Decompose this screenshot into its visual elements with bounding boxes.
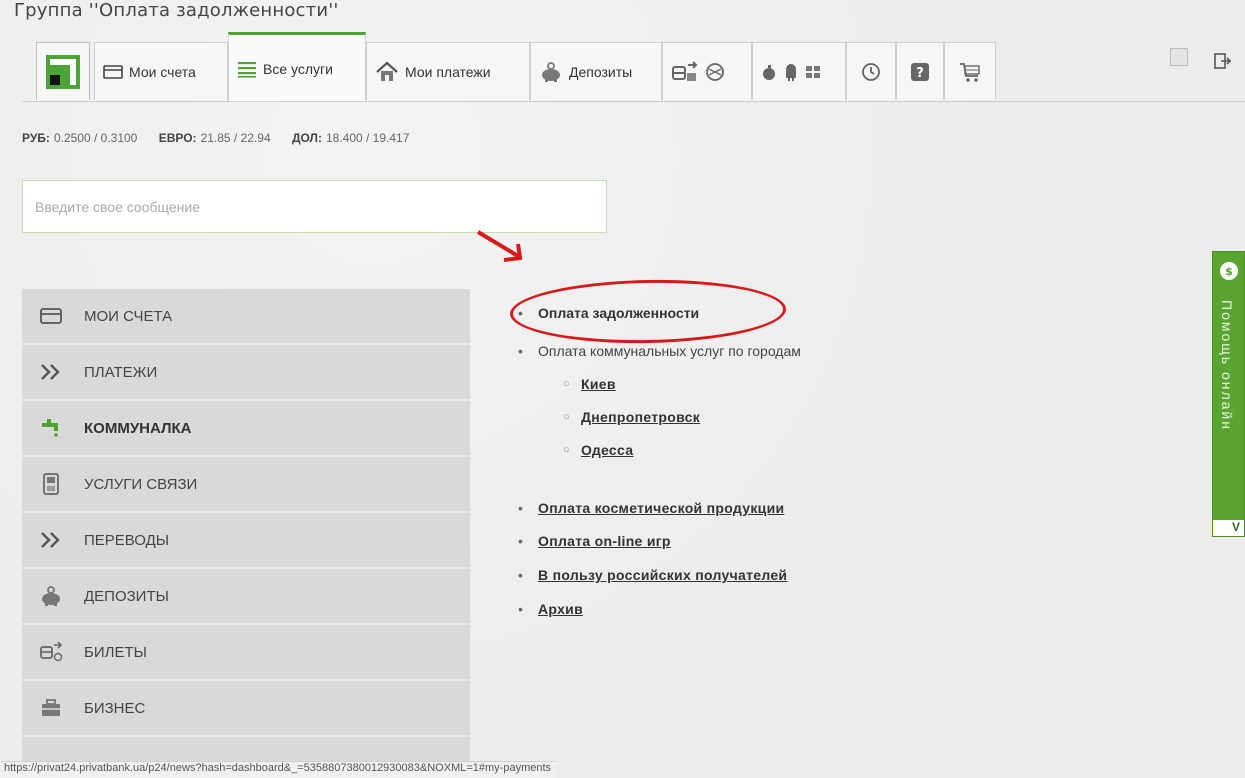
bullet: ○	[563, 444, 570, 456]
card-icon	[36, 308, 66, 324]
tab-mobile-apps[interactable]	[752, 42, 846, 100]
sidebar-item-telecom[interactable]: УСЛУГИ СВЯЗИ	[22, 457, 470, 513]
train-icon	[36, 641, 66, 663]
rub-label: РУБ:	[22, 131, 50, 145]
city-item[interactable]: ○ Днепропетровск	[563, 409, 700, 425]
city-item[interactable]: ○ Киев	[563, 376, 616, 392]
logout-icon[interactable]	[1214, 52, 1232, 75]
question-icon: ?	[909, 61, 931, 83]
sidebar-item-tickets[interactable]: БИЛЕТЫ	[22, 625, 470, 681]
sidebar-item-my-accounts[interactable]: МОИ СЧЕТА	[22, 289, 470, 345]
usd-value: 18.400 / 19.417	[325, 131, 410, 145]
eur-value: 21.85 / 22.94	[200, 131, 271, 145]
windows-icon	[805, 64, 821, 80]
list-item: • Оплата коммунальных услуг по городам	[518, 343, 801, 359]
piggy-bank-icon	[539, 61, 563, 83]
android-icon	[783, 63, 799, 81]
city-link-kiev[interactable]: Киев	[581, 376, 616, 392]
sidebar-item-label: ПЛАТЕЖИ	[84, 363, 158, 381]
sidebar-item-label: БИЛЕТЫ	[84, 643, 147, 661]
help-collapse[interactable]: V	[1213, 520, 1244, 536]
bullet: •	[518, 601, 523, 617]
bullet: ○	[563, 411, 570, 423]
globe-icon	[705, 62, 725, 82]
list-item[interactable]: • Оплата косметической продукции	[518, 500, 784, 516]
faucet-icon	[36, 417, 66, 439]
tab-label: Все услуги	[263, 60, 333, 77]
sidebar-item-label: ДЕПОЗИТЫ	[84, 587, 169, 605]
sidebar-item-payments[interactable]: ПЛАТЕЖИ	[22, 345, 470, 401]
history-icon	[860, 61, 882, 83]
list-icon	[237, 60, 257, 78]
sidebar-item-label: БИЗНЕС	[84, 699, 146, 717]
usd-label: ДОЛ:	[291, 131, 322, 145]
briefcase-icon	[36, 698, 66, 718]
city-item[interactable]: ○ Одесса	[563, 442, 633, 458]
status-bar-url: https://privat24.privatbank.ua/p24/news?…	[0, 761, 556, 778]
city-link-odessa[interactable]: Одесса	[581, 442, 633, 458]
broken-image-icon	[1170, 48, 1188, 66]
bullet: •	[518, 500, 523, 516]
tab-history[interactable]	[846, 42, 896, 100]
bullet: •	[518, 567, 523, 583]
sidebar-item-business[interactable]: БИЗНЕС	[22, 681, 470, 737]
svg-text:?: ?	[916, 66, 924, 81]
communal-label: Оплата коммунальных услуг по городам	[538, 343, 801, 359]
online-games-link[interactable]: Оплата on-line игр	[538, 533, 671, 549]
sidebar-item-label: МОИ СЧЕТА	[84, 307, 173, 325]
help-badge-text: $	[1225, 265, 1233, 278]
cart-icon	[958, 61, 982, 83]
piggy-bank-icon	[36, 585, 66, 607]
double-chevron-icon	[36, 363, 66, 381]
eur-label: ЕВРО:	[158, 131, 197, 145]
apple-icon	[761, 63, 777, 81]
city-link-dnipro[interactable]: Днепропетровск	[581, 409, 700, 425]
tab-tickets[interactable]	[662, 42, 752, 100]
help-label: Помощь онлайн	[1219, 300, 1235, 431]
annotation-arrow-icon	[474, 226, 526, 271]
tab-all-services[interactable]: Все услуги	[228, 32, 366, 102]
sidebar-item-label: УСЛУГИ СВЯЗИ	[84, 475, 198, 493]
sidebar-item-label: КОММУНАЛКА	[84, 419, 192, 437]
exchange-rates: РУБ: 0.2500 / 0.3100 ЕВРО: 21.85 / 22.94 Д…	[22, 131, 427, 145]
privat-logo[interactable]	[36, 42, 90, 100]
sidebar-item-transfers[interactable]: ПЕРЕВОДЫ	[22, 513, 470, 569]
bullet: ○	[563, 378, 570, 390]
tabbar-divider	[22, 101, 1245, 102]
tab-label: Мои платежи	[405, 63, 491, 80]
online-help-widget[interactable]: $ Помощь онлайн V	[1212, 251, 1245, 537]
highlight-ellipse	[509, 277, 787, 346]
list-item[interactable]: • В пользу российских получателей	[518, 567, 787, 583]
tab-my-accounts[interactable]: Мои счета	[94, 42, 228, 100]
double-chevron-icon	[36, 531, 66, 549]
list-item[interactable]: • Архив	[518, 601, 583, 617]
tab-my-payments[interactable]: Мои платежи	[366, 42, 530, 100]
cosmetics-link[interactable]: Оплата косметической продукции	[538, 500, 784, 516]
bullet: •	[518, 343, 523, 359]
dollar-icon: $	[1218, 260, 1240, 287]
card-icon	[103, 64, 123, 80]
tab-deposits[interactable]: Депозиты	[530, 42, 662, 100]
tab-label: Мои счета	[129, 63, 196, 80]
sidebar-item-label: ПЕРЕВОДЫ	[84, 531, 170, 549]
bullet: •	[518, 533, 523, 549]
train-ticket-icon	[671, 59, 699, 85]
sidebar-item-deposits[interactable]: ДЕПОЗИТЫ	[22, 569, 470, 625]
services-sidebar: МОИ СЧЕТА ПЛАТЕЖИ КОММУНАЛКА УСЛУГИ СВЯЗ…	[22, 289, 470, 767]
house-icon	[375, 61, 399, 83]
russian-recipients-link[interactable]: В пользу российских получателей	[538, 567, 787, 583]
tab-label: Депозиты	[569, 63, 633, 80]
tab-shop[interactable]	[944, 42, 996, 100]
tab-help[interactable]: ?	[896, 42, 944, 100]
sidebar-item-utilities[interactable]: КОММУНАЛКА	[22, 401, 470, 457]
tab-bar: Мои счета Все услуги Мои платежи Депозит…	[22, 30, 1245, 102]
page-caption: Группа ''Оплата задолженности''	[14, 0, 339, 21]
list-item[interactable]: • Оплата on-line игр	[518, 533, 671, 549]
logo-icon	[46, 54, 80, 89]
archive-link[interactable]: Архив	[538, 601, 583, 617]
rub-value: 0.2500 / 0.3100	[53, 131, 138, 145]
phone-icon	[36, 473, 66, 495]
